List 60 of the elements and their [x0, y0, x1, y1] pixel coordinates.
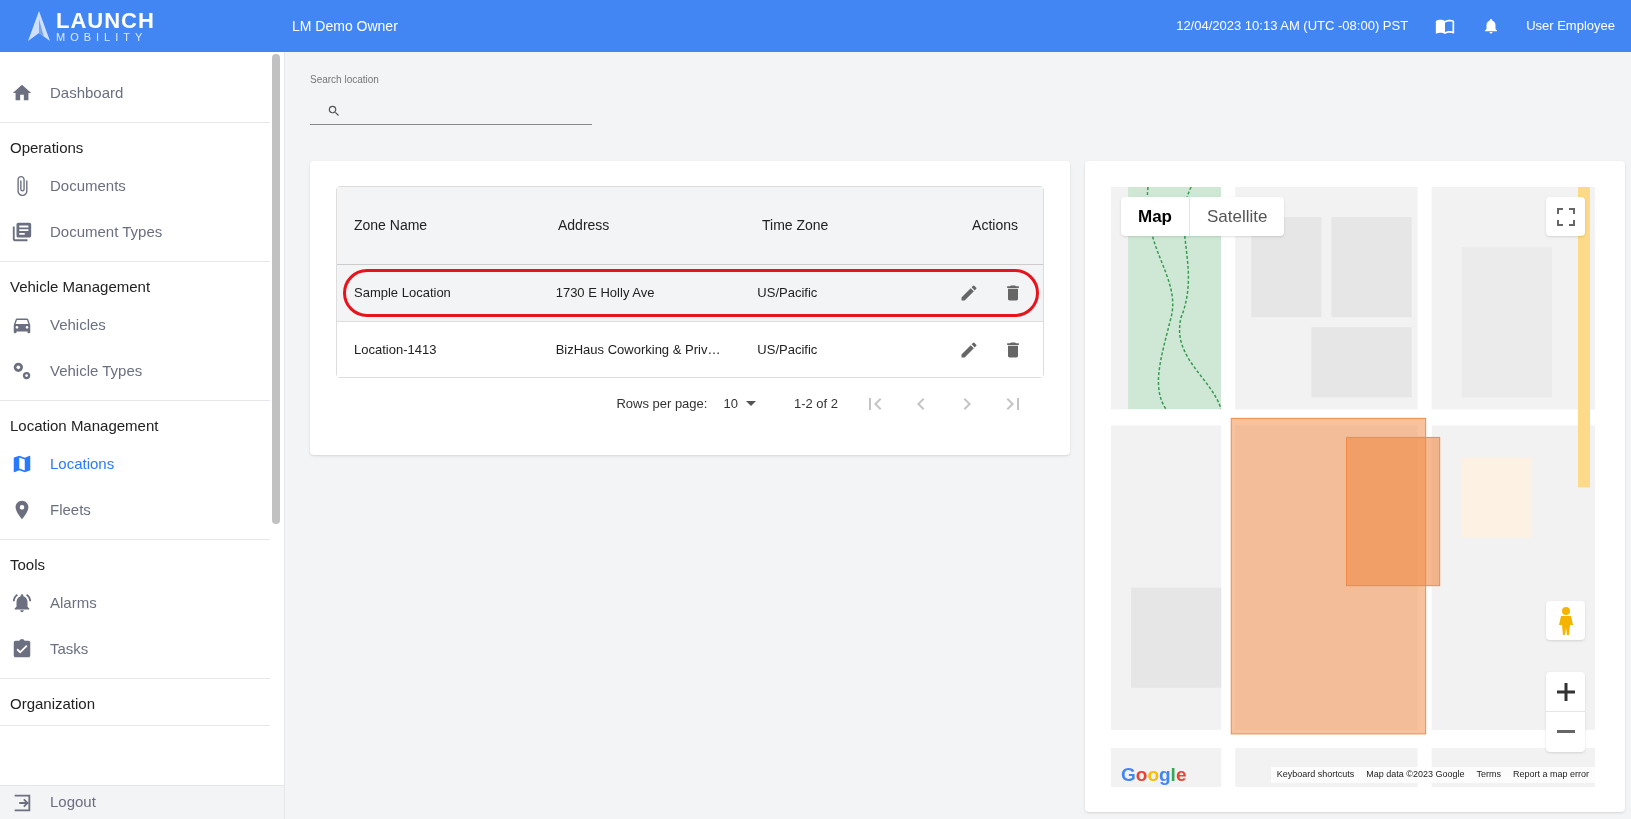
map-icon: [11, 453, 33, 475]
minus-icon: [1556, 730, 1575, 734]
table-row[interactable]: Location-1413 BizHaus Coworking & Priv… US/Pacific: [337, 321, 1043, 377]
map-type-tab[interactable]: Map: [1121, 197, 1189, 236]
nav-item[interactable]: Tasks: [0, 626, 270, 672]
map-footer-link[interactable]: Terms: [1476, 768, 1501, 782]
gears-icon: [11, 360, 33, 382]
section-heading: Organization: [9, 693, 97, 714]
nav-item[interactable]: Document Types: [0, 209, 270, 255]
nav-item[interactable]: Vehicles: [0, 302, 270, 348]
column-header: Time Zone: [762, 217, 829, 233]
account-name: LM Demo Owner: [292, 16, 398, 36]
date-time: 12/04/2023 10:13 AM (UTC -08:00) PST: [1176, 17, 1409, 36]
pegman-icon: [1557, 605, 1574, 636]
dropdown-caret-icon: [745, 401, 756, 407]
logo-icon: [26, 9, 52, 43]
logout-button[interactable]: Logout: [0, 785, 284, 819]
map-type-tab[interactable]: Satellite: [1189, 197, 1285, 236]
edit-pencil-icon[interactable]: [959, 339, 979, 360]
rows-per-page-select[interactable]: 10: [723, 394, 756, 414]
map-footer-link[interactable]: Keyboard shortcuts: [1276, 768, 1355, 782]
edit-pencil-icon[interactable]: [959, 283, 979, 303]
rows-per-page-label: Rows per page:: [616, 395, 708, 414]
nav-item[interactable]: Documents: [0, 163, 270, 209]
column-header: Zone Name: [354, 217, 428, 233]
user-name[interactable]: User Employee: [1526, 16, 1615, 36]
page-range: 1-2 of 2: [793, 395, 838, 414]
clipboard-check-icon: [11, 638, 33, 660]
table-cell: Location-1413: [354, 341, 437, 357]
table-cell: BizHaus Coworking & Priv…: [555, 341, 721, 357]
street-view-button[interactable]: [1546, 601, 1585, 640]
logo-tagline: MOBILITY: [56, 31, 149, 43]
map-footer-link[interactable]: Report a map error: [1512, 768, 1589, 782]
column-header: Actions: [972, 217, 1018, 233]
table-cell: Sample Location: [354, 285, 451, 301]
section-heading: Operations: [9, 137, 85, 158]
section-heading: Location Management: [9, 415, 160, 436]
table-cell: US/Pacific: [757, 341, 818, 357]
fullscreen-icon: [1556, 207, 1575, 226]
nav-item[interactable]: Fleets: [0, 487, 270, 533]
nav-item[interactable]: Alarms: [0, 580, 270, 626]
map-footer-link[interactable]: Map data ©2023 Google: [1366, 768, 1465, 782]
search-label: Search location: [310, 73, 380, 87]
section-heading: Vehicle Management: [9, 276, 152, 297]
table-row[interactable]: Sample Location 1730 E Holly Ave US/Pacific: [337, 265, 1043, 321]
alarm-bell-icon: [11, 592, 33, 614]
nav-item[interactable]: Vehicle Types: [0, 348, 270, 394]
scrollbar-thumb[interactable]: [272, 54, 280, 524]
plus-icon: [1556, 682, 1575, 701]
column-header: Address: [558, 217, 610, 233]
nav-item[interactable]: Locations: [0, 441, 270, 487]
logo-name: LAUNCH: [56, 9, 155, 32]
documents-stack-icon: [11, 221, 33, 243]
fullscreen-button[interactable]: [1546, 197, 1585, 236]
google-logo: Google: [1121, 762, 1187, 787]
search-icon: [327, 103, 341, 118]
nav-item[interactable]: Dashboard: [0, 70, 270, 116]
table-cell: 1730 E Holly Ave: [555, 285, 655, 301]
section-heading: Tools: [9, 554, 47, 575]
table-cell: US/Pacific: [757, 285, 818, 301]
